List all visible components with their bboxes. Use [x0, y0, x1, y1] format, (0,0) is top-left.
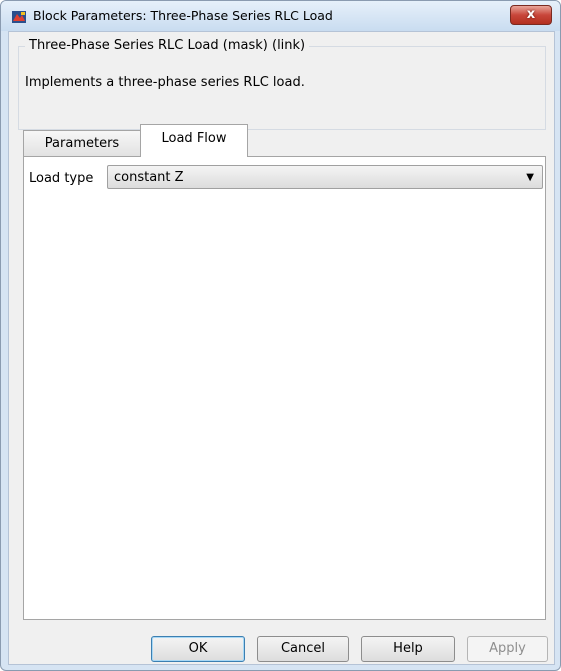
description-text: Implements a three-phase series RLC load…: [25, 75, 305, 90]
window-title: Block Parameters: Three-Phase Series RLC…: [33, 8, 333, 23]
help-button[interactable]: Help: [361, 636, 455, 662]
dialog-content: Three-Phase Series RLC Load (mask) (link…: [8, 31, 555, 665]
ok-button[interactable]: OK: [151, 636, 245, 662]
close-icon: x: [526, 7, 536, 22]
load-type-label: Load type: [29, 171, 94, 186]
chevron-down-icon: ▼: [526, 172, 534, 183]
tab-parameters[interactable]: Parameters: [23, 130, 141, 156]
close-button[interactable]: x: [510, 5, 552, 25]
tab-parameters-label: Parameters: [44, 136, 120, 151]
tab-load-flow[interactable]: Load Flow: [140, 124, 248, 157]
description-group-title: Three-Phase Series RLC Load (mask) (link…: [25, 38, 310, 53]
cancel-button[interactable]: Cancel: [257, 636, 349, 662]
load-type-select[interactable]: constant Z ▼: [107, 165, 543, 189]
load-flow-panel: Load type constant Z ▼: [23, 156, 546, 620]
apply-button[interactable]: Apply: [467, 636, 548, 662]
title-bar[interactable]: Block Parameters: Three-Phase Series RLC…: [1, 1, 560, 31]
dialog-window: Block Parameters: Three-Phase Series RLC…: [0, 0, 561, 671]
description-group: Three-Phase Series RLC Load (mask) (link…: [18, 38, 546, 130]
tab-load-flow-label: Load Flow: [161, 131, 227, 146]
load-type-value: constant Z: [114, 170, 184, 185]
simulink-block-icon: [12, 11, 26, 23]
